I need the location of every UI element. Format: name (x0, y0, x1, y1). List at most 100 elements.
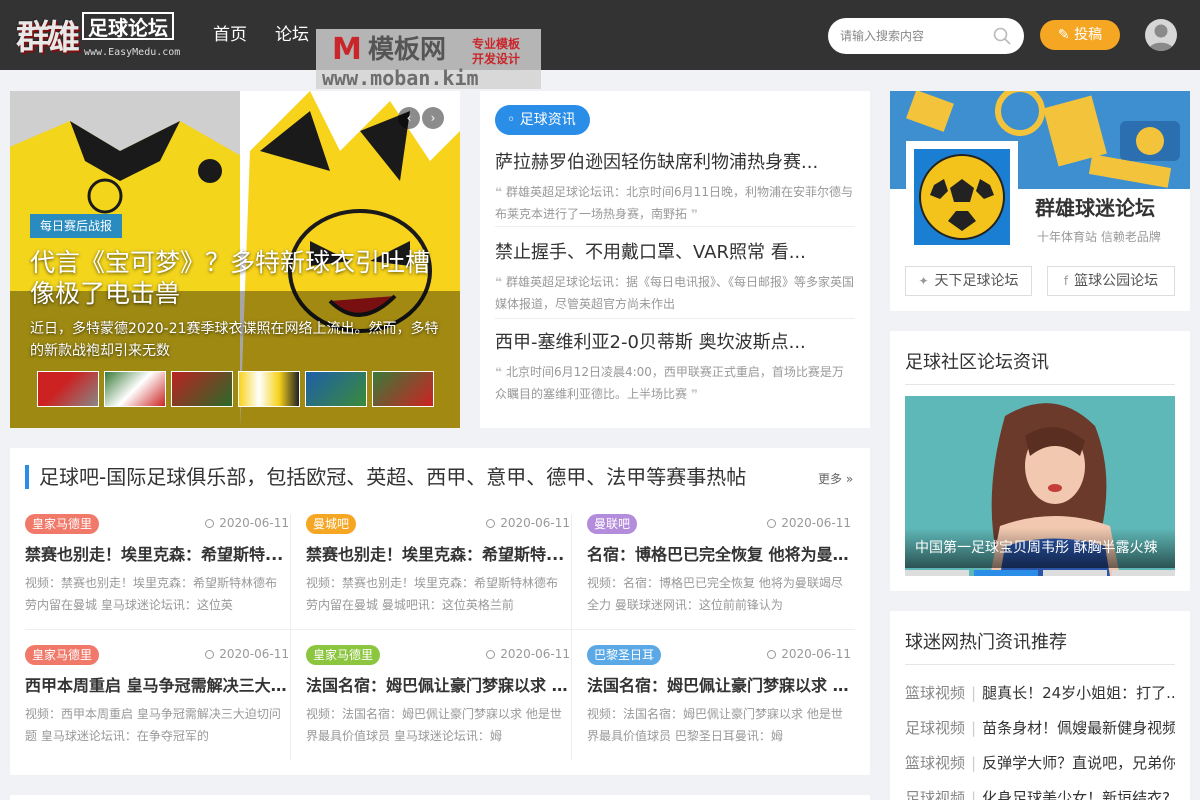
separator: | (971, 719, 977, 737)
hot-item-title[interactable]: 化身足球美少女！新垣结衣? (982, 789, 1170, 800)
slide-title[interactable]: 代言《宝可梦》？多特新球衣引吐槽 像极了电击兽 (30, 247, 440, 309)
quote-open-icon: ❝ (495, 185, 503, 199)
news-tag-label: 足球资讯 (519, 112, 576, 128)
post-board-badge[interactable]: 巴黎圣日耳 (587, 645, 662, 665)
carousel-dot-2[interactable] (974, 570, 1038, 576)
slider-thumb-5[interactable] (305, 371, 367, 407)
featured-photo[interactable]: 中国第一足球宝贝周韦彤 酥胸半露火辣 (905, 396, 1175, 576)
link-button-basketball-forum[interactable]: f 篮球公园论坛 (1047, 266, 1175, 296)
post-button[interactable]: ✎ 投稿 (1040, 20, 1120, 50)
post-board-badge[interactable]: 曼城吧 (306, 514, 357, 534)
slide-description: 近日，多特蒙德2020-21赛季球衣谍照在网络上流出。然而，多特的新款战袍却引来… (30, 321, 439, 359)
site-logo[interactable]: 群雄 足球论坛 www.EasyMedu.com (12, 6, 192, 64)
forum-avatar[interactable] (906, 141, 1018, 253)
post-date-text: 2020-06-11 (781, 516, 851, 530)
hot-item-2[interactable]: 足球视频 | 苗条身材！佩嫂最新健身视频 (905, 716, 1175, 740)
news-title[interactable]: 西甲-塞维利亚2-0贝蒂斯 奥坎波斯点... (495, 331, 855, 355)
forum-profile-card: 群雄球迷论坛 十年体育站 信赖老品牌 ✦ 天下足球论坛 f 篮球公园论坛 (890, 91, 1190, 311)
clock-icon (486, 519, 496, 528)
hot-recommendations-card: 球迷网热门资讯推荐 篮球视频 | 腿真长！24岁小姐姐：打了... 足球视频 | 苗条身… (890, 611, 1190, 800)
slider-thumb-1[interactable] (37, 371, 99, 407)
post-date: 2020-06-11 (205, 646, 289, 662)
photo-caption[interactable]: 中国第一足球宝贝周韦彤 酥胸半露火辣 (905, 528, 1175, 568)
carousel-dot-3[interactable] (1043, 570, 1107, 576)
hot-item-title[interactable]: 苗条身材！佩嫂最新健身视频 (982, 719, 1175, 737)
news-excerpt-text: 群雄英超足球论坛讯：北京时间6月11日晚，利物浦在安菲尔德与布莱克本进行了一场热… (495, 185, 853, 221)
hot-item-title[interactable]: 腿真长！24岁小姐姐：打了... (982, 684, 1175, 702)
hot-item-category[interactable]: 篮球视频 (905, 684, 965, 702)
hot-item-category[interactable]: 足球视频 (905, 719, 965, 737)
news-excerpt: ❝ 北京时间6月12日凌晨4:00，西甲联赛正式重启，首场比赛是万众瞩目的塞维利亚… (495, 361, 855, 405)
post-title[interactable]: 名宿：博格巴已完全恢复 他将为曼... (587, 544, 849, 566)
post-date-text: 2020-06-11 (781, 647, 851, 661)
slider-thumb-4[interactable] (238, 371, 300, 407)
divider (495, 226, 855, 227)
post-date-text: 2020-06-11 (219, 647, 289, 661)
forum-hot-posts-card: 足球吧-国际足球俱乐部，包括欧冠、英超、西甲、意甲、德甲、法甲等赛事热帖 更多 … (10, 448, 870, 775)
logo-site-name: 足球论坛 (82, 12, 174, 40)
slider-thumb-6[interactable] (372, 371, 434, 407)
slider-thumb-3[interactable] (171, 371, 233, 407)
slide-category-tag[interactable]: 每日赛后战报 (30, 214, 123, 238)
post-board-badge[interactable]: 曼联吧 (587, 514, 638, 534)
lightbulb-icon: ◦ (507, 112, 520, 128)
post-title[interactable]: 禁赛也别走！埃里克森：希望斯特... (306, 544, 568, 566)
quote-open-icon: ❝ (495, 275, 503, 289)
news-title[interactable]: 萨拉赫罗伯逊因轻伤缺席利物浦热身赛... (495, 151, 855, 175)
news-category-tag[interactable]: ◦ 足球资讯 (495, 105, 590, 135)
next-section-card (10, 795, 870, 800)
forum-post-6[interactable]: 巴黎圣日耳 2020-06-11 法国名宿：姆巴佩让豪门梦寐以求 ... 视频：… (587, 645, 853, 761)
post-excerpt: 视频：西甲本周重启 皇马争冠需解决三大迫切问题 皇马球迷论坛讯：在争夺冠军的 (25, 707, 281, 743)
hero-slider[interactable]: ‹ › 每日赛后战报 代言《宝可梦》？多特新球衣引吐槽 像极了电击兽 近日，多特… (10, 91, 460, 428)
carousel-dot-4[interactable] (1112, 570, 1175, 576)
clock-icon (486, 650, 496, 659)
facebook-icon: f (1063, 274, 1069, 288)
watermark-slogan-2: 开发设计 (472, 52, 521, 66)
link-button-football-forum[interactable]: ✦ 天下足球论坛 (905, 266, 1032, 296)
post-board-badge[interactable]: 皇家马德里 (25, 645, 100, 665)
news-item-2[interactable]: 禁止握手、不用戴口罩、VAR照常 看... ❝ 群雄英超足球论坛讯：据《每日电讯报… (495, 241, 855, 315)
nav-home[interactable]: 首页 (213, 24, 247, 46)
link-button-label: 篮球公园论坛 (1074, 273, 1159, 289)
search-icon[interactable] (992, 26, 1012, 46)
slider-thumb-2[interactable] (104, 371, 166, 407)
forum-post-4[interactable]: 皇家马德里 2020-06-11 西甲本周重启 皇马争冠需解决三大... 视频：… (25, 645, 291, 761)
forum-post-3[interactable]: 曼联吧 2020-06-11 名宿：博格巴已完全恢复 他将为曼... 视频：名宿… (587, 514, 853, 630)
divider (905, 384, 1175, 385)
slider-next-button[interactable]: › (422, 107, 444, 129)
post-board-badge[interactable]: 皇家马德里 (25, 514, 100, 534)
hot-item-category[interactable]: 篮球视频 (905, 754, 965, 772)
hot-item-category[interactable]: 足球视频 (905, 789, 965, 800)
user-avatar[interactable] (1145, 19, 1177, 51)
news-item-3[interactable]: 西甲-塞维利亚2-0贝蒂斯 奥坎波斯点... ❝ 北京时间6月12日凌晨4:00，… (495, 331, 855, 405)
news-item-1[interactable]: 萨拉赫罗伯逊因轻伤缺席利物浦热身赛... ❝ 群雄英超足球论坛讯：北京时间6月11… (495, 151, 855, 225)
link-button-label: 天下足球论坛 (934, 273, 1019, 289)
hot-item-title[interactable]: 反弹学大师？直说吧，兄弟你... (982, 754, 1175, 772)
slider-prev-button[interactable]: ‹ (398, 107, 420, 129)
post-title[interactable]: 西甲本周重启 皇马争冠需解决三大... (25, 675, 287, 697)
post-title[interactable]: 法国名宿：姆巴佩让豪门梦寐以求 ... (587, 675, 849, 697)
post-excerpt: 视频：法国名宿：姆巴佩让豪门梦寐以求 他是世界最具价值球员 皇马球迷论坛讯：姆 (306, 707, 562, 743)
search-input[interactable] (840, 26, 990, 46)
more-link[interactable]: 更多 » (818, 470, 853, 487)
nav-forum[interactable]: 论坛 (275, 24, 309, 46)
carousel-dot-1[interactable] (905, 570, 969, 576)
forum-post-2[interactable]: 曼城吧 2020-06-11 禁赛也别走！埃里克森：希望斯特... 视频：禁赛也… (306, 514, 572, 630)
post-title[interactable]: 法国名宿：姆巴佩让豪门梦寐以求 ... (306, 675, 568, 697)
post-board-badge[interactable]: 皇家马德里 (306, 645, 381, 665)
hot-item-3[interactable]: 篮球视频 | 反弹学大师？直说吧，兄弟你... (905, 751, 1175, 775)
hot-item-1[interactable]: 篮球视频 | 腿真长！24岁小姐姐：打了... (905, 681, 1175, 705)
forum-post-5[interactable]: 皇家马德里 2020-06-11 法国名宿：姆巴佩让豪门梦寐以求 ... 视频：… (306, 645, 572, 761)
watermark: M 模板网 专业模板 开发设计 www.moban.kim (316, 29, 541, 89)
hot-item-4[interactable]: 足球视频 | 化身足球美少女！新垣结衣? (905, 786, 1175, 800)
logo-calligraphy: 群雄 (16, 18, 80, 58)
divider (495, 318, 855, 319)
quote-close-icon: ❞ (691, 387, 699, 401)
post-date: 2020-06-11 (205, 515, 289, 531)
user-icon (1148, 24, 1174, 51)
clock-icon (767, 519, 777, 528)
post-title[interactable]: 禁赛也别走！埃里克森：希望斯特... (25, 544, 287, 566)
news-title[interactable]: 禁止握手、不用戴口罩、VAR照常 看... (495, 241, 855, 265)
watermark-url: www.moban.kim (322, 66, 479, 90)
forum-post-1[interactable]: 皇家马德里 2020-06-11 禁赛也别走！埃里克森：希望斯特... 视频：禁… (25, 514, 291, 630)
